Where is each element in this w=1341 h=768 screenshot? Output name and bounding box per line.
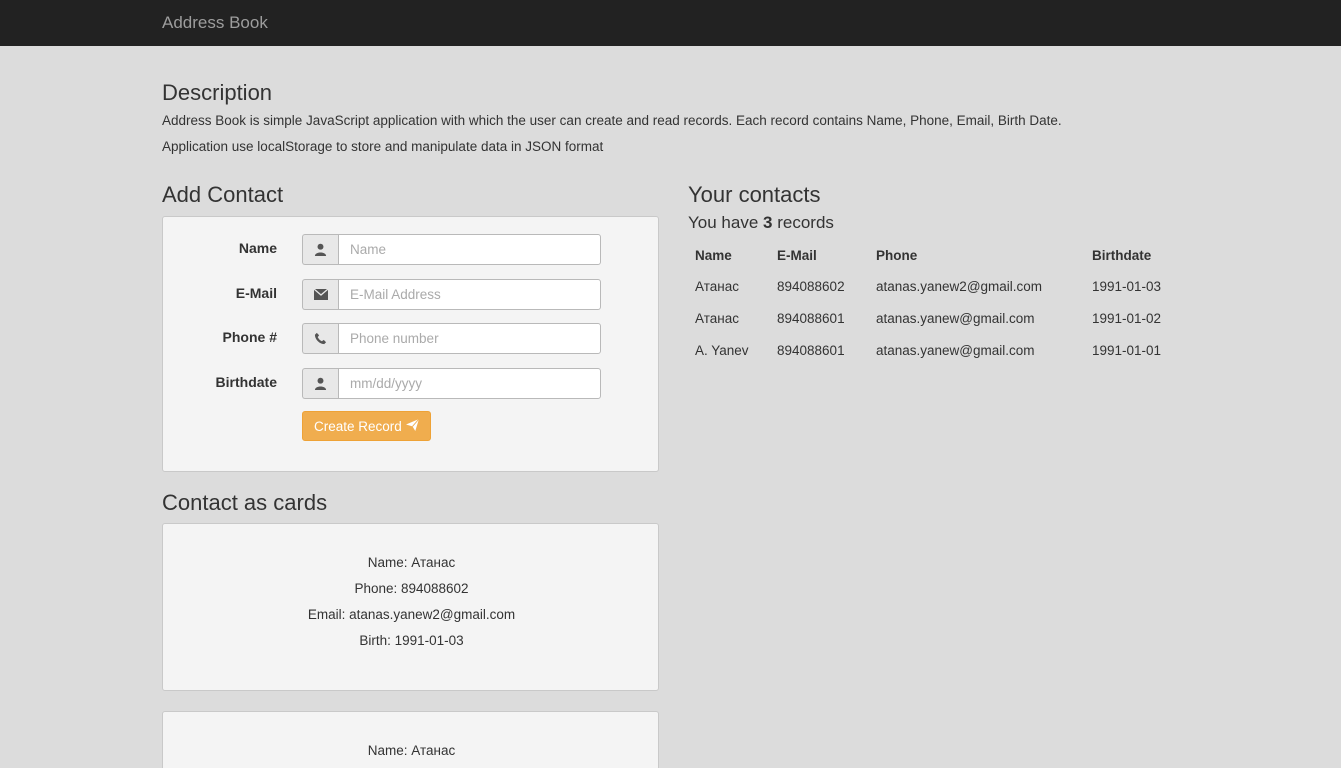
email-input-group xyxy=(302,279,601,310)
card-name: Name: Атанас xyxy=(367,555,456,570)
name-input-group xyxy=(302,234,601,265)
birthdate-label: Birthdate xyxy=(215,374,277,390)
add-contact-form: Name E-Mail Phone # Birthdate Create Rec… xyxy=(162,216,659,472)
table-header-row: Name E-Mail Phone Birthdate xyxy=(688,240,1175,270)
name-label: Name xyxy=(238,240,277,256)
email-input[interactable] xyxy=(338,279,601,310)
phone-input-group xyxy=(302,323,601,354)
name-input[interactable] xyxy=(338,234,601,265)
brand-link[interactable]: Address Book xyxy=(162,13,268,33)
envelope-icon xyxy=(302,279,338,310)
records-count-text: You have 3 records xyxy=(688,213,834,233)
card-name: Name: Атанас xyxy=(367,743,456,758)
cell-name: A. Yanev xyxy=(695,342,749,358)
card-email: Email: atanas.yanew2@gmail.com xyxy=(307,607,516,622)
header-phone: Phone xyxy=(876,247,918,263)
cards-title: Contact as cards xyxy=(162,490,328,515)
create-record-button[interactable]: Create Record xyxy=(302,411,431,441)
cell-name: Атанас xyxy=(695,310,739,326)
cell-email: 894088601 xyxy=(777,342,845,358)
records-suffix: records xyxy=(777,213,834,232)
description-text-1: Address Book is simple JavaScript applic… xyxy=(162,113,1062,128)
cell-phone: atanas.yanew@gmail.com xyxy=(876,342,1035,358)
header-name: Name xyxy=(695,247,732,263)
birthdate-input-group xyxy=(302,368,601,399)
header-email: E-Mail xyxy=(777,247,817,263)
cell-name: Атанас xyxy=(695,278,739,294)
user-icon xyxy=(302,368,338,399)
navbar: Address Book xyxy=(0,0,1341,46)
description-text-2: Application use localStorage to store an… xyxy=(162,139,604,154)
contact-card: Name: Атанас xyxy=(162,711,659,768)
create-record-label: Create Record xyxy=(314,418,402,434)
records-count: 3 xyxy=(763,213,773,232)
cell-email: 894088602 xyxy=(777,278,845,294)
table-row: A. Yanev 894088601 atanas.yanew@gmail.co… xyxy=(688,334,1175,366)
records-prefix: You have xyxy=(688,213,759,232)
cell-birthdate: 1991-01-03 xyxy=(1092,278,1162,294)
table-row: Атанас 894088602 atanas.yanew2@gmail.com… xyxy=(688,270,1175,302)
add-contact-title: Add Contact xyxy=(162,182,284,207)
cell-birthdate: 1991-01-01 xyxy=(1092,342,1162,358)
card-birth: Birth: 1991-01-03 xyxy=(359,633,464,648)
user-icon xyxy=(302,234,338,265)
phone-input[interactable] xyxy=(338,323,601,354)
phone-label: Phone # xyxy=(222,329,277,345)
cell-phone: atanas.yanew@gmail.com xyxy=(876,310,1035,326)
description-title: Description xyxy=(162,80,273,105)
email-label: E-Mail xyxy=(235,285,277,301)
header-birthdate: Birthdate xyxy=(1092,247,1152,263)
phone-icon xyxy=(302,323,338,354)
contact-card: Name: Атанас Phone: 894088602 Email: ata… xyxy=(162,523,659,691)
contacts-title: Your contacts xyxy=(688,182,821,207)
contacts-table: Name E-Mail Phone Birthdate Атанас 89408… xyxy=(688,240,1175,366)
table-row: Атанас 894088601 atanas.yanew@gmail.com … xyxy=(688,302,1175,334)
cell-birthdate: 1991-01-02 xyxy=(1092,310,1162,326)
card-phone: Phone: 894088602 xyxy=(354,581,469,596)
birthdate-input[interactable] xyxy=(338,368,601,399)
cell-phone: atanas.yanew2@gmail.com xyxy=(876,278,1043,294)
cell-email: 894088601 xyxy=(777,310,845,326)
send-icon xyxy=(405,418,420,434)
